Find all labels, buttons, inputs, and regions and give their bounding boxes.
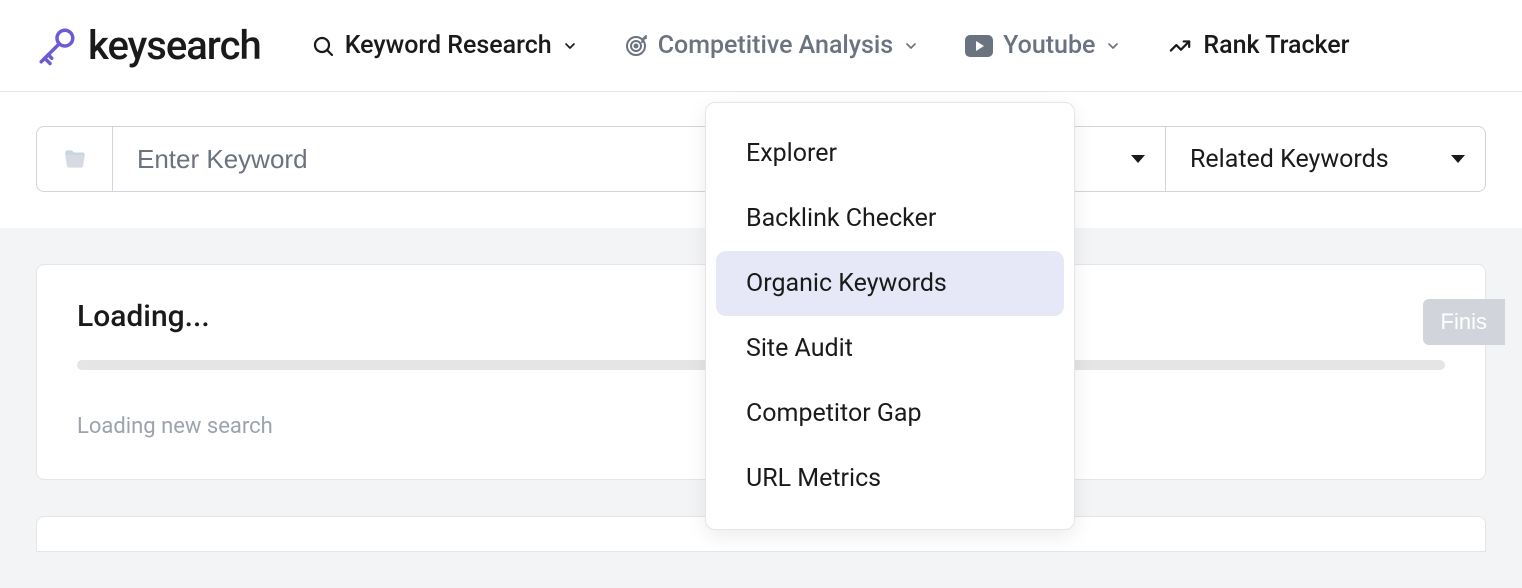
- folder-icon: [60, 146, 90, 172]
- nav-label: Competitive Analysis: [658, 31, 893, 60]
- nav-label: Keyword Research: [345, 31, 552, 60]
- brand-logo[interactable]: keysearch: [36, 22, 261, 69]
- brand-name: keysearch: [88, 22, 261, 69]
- dropdown-item-url-metrics[interactable]: URL Metrics: [716, 446, 1064, 511]
- target-icon: [624, 34, 648, 58]
- search-icon: [311, 34, 335, 58]
- dropdown-item-backlink-checker[interactable]: Backlink Checker: [716, 186, 1064, 251]
- select-label: Related Keywords: [1190, 145, 1389, 174]
- caret-down-icon: [1451, 155, 1465, 163]
- competitive-analysis-dropdown: Explorer Backlink Checker Organic Keywor…: [705, 102, 1075, 530]
- nav-label: Youtube: [1003, 31, 1095, 60]
- finish-button[interactable]: Finis: [1423, 299, 1505, 345]
- dropdown-item-explorer[interactable]: Explorer: [716, 121, 1064, 186]
- chevron-down-icon: [1105, 38, 1121, 54]
- key-icon: [36, 25, 78, 67]
- top-nav: keysearch Keyword Research: [0, 0, 1522, 92]
- dropdown-item-competitor-gap[interactable]: Competitor Gap: [716, 381, 1064, 446]
- chevron-down-icon: [562, 38, 578, 54]
- trending-icon: [1167, 35, 1193, 57]
- main-nav: Keyword Research Competitive Analysis: [311, 31, 1350, 60]
- dropdown-item-organic-keywords[interactable]: Organic Keywords: [716, 251, 1064, 316]
- nav-competitive-analysis[interactable]: Competitive Analysis: [624, 31, 919, 60]
- caret-down-icon: [1131, 155, 1145, 163]
- related-keywords-select[interactable]: Related Keywords: [1166, 126, 1486, 192]
- nav-keyword-research[interactable]: Keyword Research: [311, 31, 578, 60]
- nav-youtube[interactable]: Youtube: [965, 31, 1121, 60]
- chevron-down-icon: [903, 38, 919, 54]
- nav-rank-tracker[interactable]: Rank Tracker: [1167, 31, 1349, 60]
- youtube-icon: [965, 35, 993, 57]
- dropdown-item-site-audit[interactable]: Site Audit: [716, 316, 1064, 381]
- folder-button[interactable]: [36, 126, 112, 192]
- nav-label: Rank Tracker: [1203, 31, 1349, 60]
